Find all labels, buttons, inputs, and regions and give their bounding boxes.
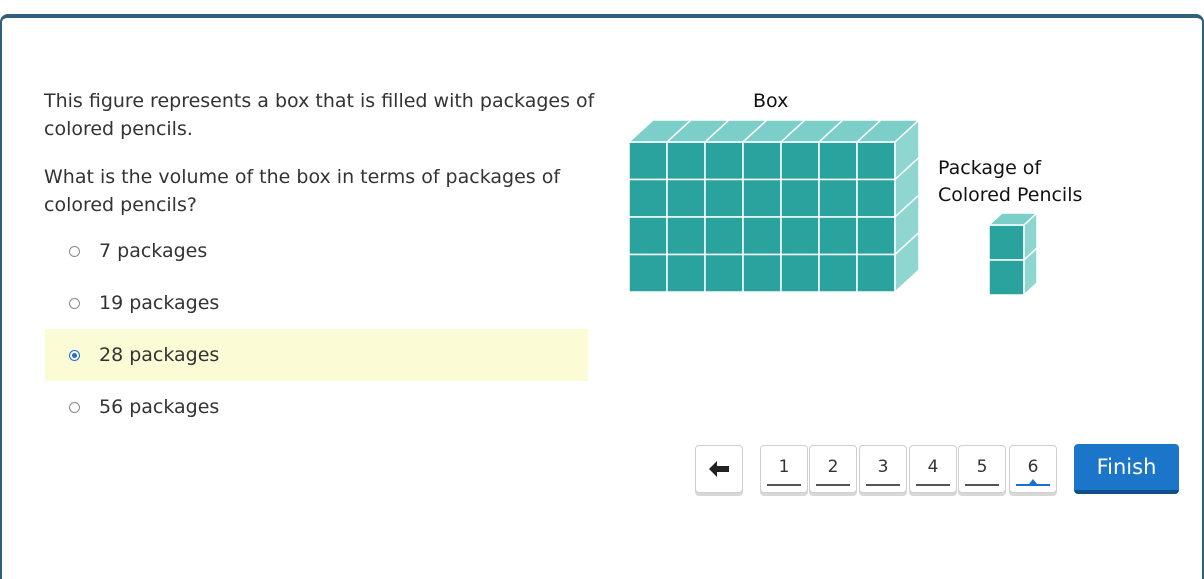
package-front-face (856, 253, 896, 293)
package-front-face (856, 178, 896, 218)
package-front-face (666, 141, 706, 181)
arrow-left-icon (709, 461, 729, 477)
page-number: 4 (927, 457, 939, 477)
package-front-face (988, 224, 1025, 261)
page-number: 6 (1027, 457, 1039, 477)
package-front-face (780, 253, 820, 293)
page-number: 1 (778, 457, 790, 477)
package-front-face (628, 141, 668, 181)
single-package-drawing (987, 211, 1039, 297)
box-of-packages-drawing (627, 118, 921, 294)
package-front-face (628, 216, 668, 256)
package-front-face (742, 216, 782, 256)
package-front-face (704, 141, 744, 181)
package-front-face (780, 141, 820, 181)
page-button-4[interactable]: 4 (909, 445, 957, 493)
package-front-face (666, 253, 706, 293)
package-front-face (988, 259, 1025, 296)
package-front-face (818, 178, 858, 218)
finish-button[interactable]: Finish (1074, 444, 1179, 494)
page-button-5[interactable]: 5 (958, 445, 1006, 493)
page-button-3[interactable]: 3 (859, 445, 907, 493)
package-front-face (742, 178, 782, 218)
package-front-face (818, 253, 858, 293)
package-front-face (704, 216, 744, 256)
package-front-face (780, 216, 820, 256)
package-front-face (780, 178, 820, 218)
package-front-face (628, 253, 668, 293)
page-button-6-current[interactable]: 6 (1009, 445, 1057, 493)
page-number: 5 (976, 457, 988, 477)
page-number: 2 (827, 457, 839, 477)
package-front-face (704, 253, 744, 293)
package-front-face (666, 178, 706, 218)
package-front-face (742, 141, 782, 181)
package-front-face (818, 141, 858, 181)
back-button[interactable] (695, 445, 743, 493)
package-front-face (666, 216, 706, 256)
page-button-2[interactable]: 2 (809, 445, 857, 493)
package-front-face (856, 216, 896, 256)
package-front-face (628, 178, 668, 218)
package-front-face (818, 216, 858, 256)
package-front-face (742, 253, 782, 293)
package-front-face (856, 141, 896, 181)
page-number: 3 (877, 457, 889, 477)
package-front-face (704, 178, 744, 218)
page-button-1[interactable]: 1 (760, 445, 808, 493)
